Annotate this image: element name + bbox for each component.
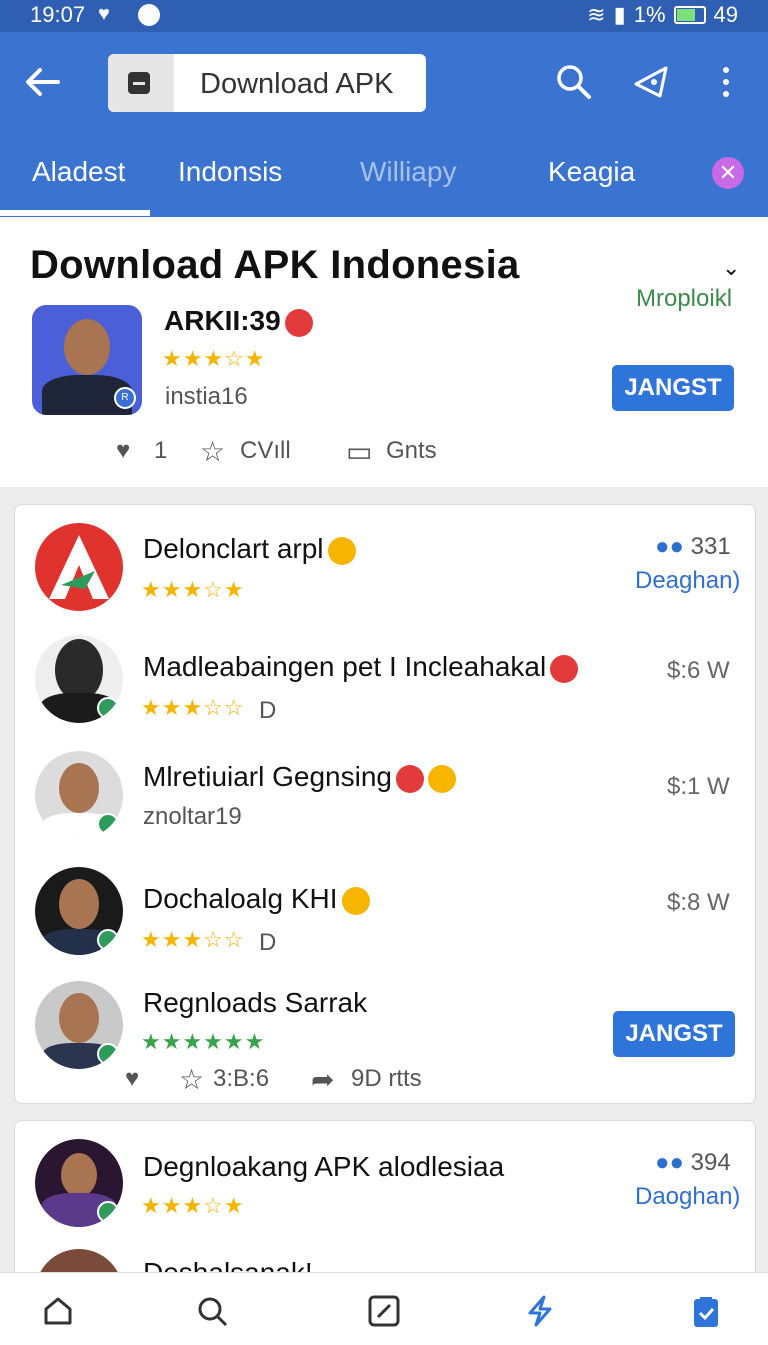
app-list-card: Delonclart arpl ★★★☆★ ●● 331 Deaghan) Ma… <box>14 504 756 1104</box>
like-count: 1 <box>154 437 168 464</box>
app-name: ARKII:39 <box>164 305 313 337</box>
list-item-title: Delonclart arpl <box>143 533 356 565</box>
search-nav-icon[interactable] <box>194 1293 230 1329</box>
comment-icon[interactable]: ▭ <box>346 435 372 468</box>
signal-icon: ▮ <box>613 2 626 27</box>
search-input[interactable] <box>198 54 422 112</box>
avatar[interactable] <box>35 1139 123 1227</box>
like-icon[interactable]: ♥ <box>125 1065 139 1093</box>
home-icon[interactable] <box>40 1293 76 1329</box>
avatar[interactable] <box>35 635 123 723</box>
rating-stars: ★★★☆★ <box>162 346 266 371</box>
status-right: ≋ ▮ 1% 49 <box>587 2 738 28</box>
edit-icon[interactable] <box>366 1293 402 1329</box>
wifi-icon: ≋ <box>587 2 606 27</box>
document-icon <box>108 54 174 112</box>
app-bar: Aladest Indonsis Williapy Keagia ✕ <box>0 32 768 217</box>
list-item-title: Dochaloalg KHI <box>143 883 370 915</box>
clipboard-icon[interactable] <box>688 1293 724 1329</box>
price: $:8 W <box>667 889 730 916</box>
share-arrow-icon[interactable]: ➦ <box>311 1063 334 1096</box>
avatar[interactable] <box>35 751 123 839</box>
rating-stars: ★★★★★★ <box>141 1029 266 1054</box>
count-label: Daoghan) <box>635 1183 741 1210</box>
share-label: 9D rtts <box>351 1065 422 1092</box>
price: $:6 W <box>667 657 730 684</box>
close-icon[interactable]: ✕ <box>712 157 744 189</box>
count-label: Deaghan) <box>635 567 741 594</box>
hero-section: Download APK Indonesia ⌄ Mroploikl R ARK… <box>0 217 768 487</box>
status-time: 19:07 <box>30 2 86 27</box>
battery-percent: 1% <box>633 2 666 27</box>
users-icon: ●● 331 <box>655 533 731 560</box>
tab-indonsis[interactable]: Indonsis <box>178 156 282 188</box>
share-label: Gnts <box>386 437 437 464</box>
star-outline-icon[interactable]: ☆ <box>179 1063 204 1096</box>
emoji-icon <box>428 764 456 793</box>
page-title: Download APK Indonesia <box>30 243 520 287</box>
status-number: 49 <box>713 2 738 27</box>
emoji-icon <box>396 764 424 793</box>
avatar[interactable] <box>35 981 123 1069</box>
tab-aladest[interactable]: Aladest <box>32 156 125 188</box>
notification-status-icon <box>138 4 160 26</box>
tab-bar: Aladest Indonsis Williapy Keagia <box>0 152 768 217</box>
hero-subtitle[interactable]: Mroploikl <box>636 285 732 313</box>
rating-tag: D <box>259 697 277 724</box>
emoji-icon <box>327 536 356 565</box>
list-item-subtitle: znoltar19 <box>143 803 242 830</box>
status-bar: 19:07 ♥ ≋ ▮ 1% 49 <box>0 0 768 32</box>
app-meta: instia16 <box>165 383 248 410</box>
more-menu-icon[interactable] <box>712 62 752 102</box>
flash-icon[interactable] <box>522 1293 558 1329</box>
app-icon-delonclart[interactable] <box>35 523 123 611</box>
tab-williapy[interactable]: Williapy <box>360 156 456 188</box>
price: $:1 W <box>667 773 730 800</box>
bottom-navigation <box>0 1272 768 1345</box>
active-tab-indicator <box>0 210 150 216</box>
install-button[interactable]: JANGST <box>613 1011 735 1057</box>
install-button[interactable]: JANGST <box>612 365 734 411</box>
rating-stars: ★★★☆★ <box>141 1193 245 1218</box>
emoji-icon <box>341 886 370 915</box>
favorite-label: CVıll <box>240 437 291 464</box>
like-icon[interactable]: ♥ <box>116 437 130 465</box>
share-icon[interactable] <box>632 62 672 102</box>
users-icon: ●● 394 <box>655 1149 731 1176</box>
tab-keagia[interactable]: Keagia <box>548 156 635 188</box>
favorite-label: 3:B:6 <box>213 1065 270 1092</box>
list-item-title: Degnloakang APK alodlesiaa <box>143 1151 505 1182</box>
emoji-icon <box>550 654 579 683</box>
rating-stars: ★★★☆☆ <box>141 695 245 720</box>
rating-stars: ★★★☆☆ <box>141 927 245 952</box>
avatar[interactable] <box>35 867 123 955</box>
list-item-title: Regnloads Sarrak <box>143 987 368 1018</box>
heart-status-icon: ♥ <box>98 3 110 25</box>
battery-icon <box>673 6 706 24</box>
list-item-title: Mlretiuiarl Gegnsing <box>143 761 456 793</box>
search-icon[interactable] <box>554 62 594 102</box>
list-item-title: Madleabaingen pet I Incleahakal <box>143 651 579 683</box>
chevron-down-icon[interactable]: ⌄ <box>722 255 740 281</box>
app-icon[interactable]: R <box>32 305 142 415</box>
emoji-icon <box>284 308 313 337</box>
search-box[interactable] <box>108 54 426 112</box>
back-arrow-icon[interactable] <box>22 62 66 106</box>
rating-tag: D <box>259 929 277 956</box>
rating-stars: ★★★☆★ <box>141 577 245 602</box>
star-outline-icon[interactable]: ☆ <box>200 435 225 468</box>
